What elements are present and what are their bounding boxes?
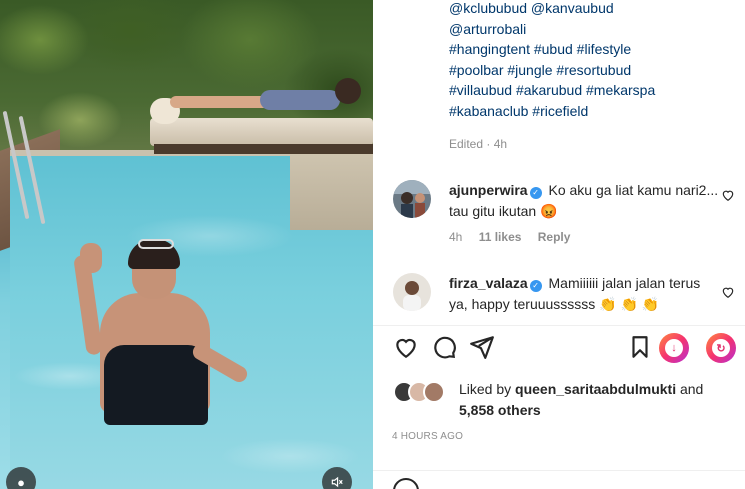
likes-count-link[interactable]: 5,858 others — [459, 402, 541, 418]
divider — [373, 470, 745, 471]
comment-icon[interactable] — [429, 332, 459, 362]
lying-person — [170, 76, 370, 116]
comment-meta: 4h 11 likes Reply — [449, 230, 583, 244]
comment-text: firza_valaza ✓ Mamiiiiii jalan jalan teru… — [449, 273, 719, 315]
avatar[interactable] — [423, 381, 445, 403]
post-timestamp[interactable]: 4 HOURS AGO — [392, 431, 463, 442]
liker-avatars — [393, 381, 453, 405]
comment-item: ajunperwira ✓ Ko aku ga liat kamu nari2..… — [393, 180, 743, 250]
caption-line[interactable]: #villaubud #akarubud #mekarspa — [449, 80, 739, 101]
caption-line[interactable]: #kabanaclub #ricefield — [449, 101, 739, 122]
comment-username[interactable]: ajunperwira — [449, 182, 528, 198]
pool-deck — [290, 150, 373, 230]
post-side-panel: @kclububud @kanvaubud @arturrobali #hang… — [373, 0, 745, 489]
comment-username[interactable]: firza_valaza — [449, 275, 528, 291]
caption-line[interactable]: @kclububud @kanvaubud — [449, 0, 739, 19]
download-icon[interactable]: ↓ — [659, 333, 689, 363]
post-caption: @kclububud @kanvaubud @arturrobali #hang… — [449, 0, 739, 121]
likes-connector: and — [676, 381, 704, 397]
tag-user-icon[interactable]: ● — [6, 467, 36, 489]
emoji-icon[interactable] — [393, 478, 419, 489]
divider — [373, 325, 745, 326]
verified-badge-icon: ✓ — [529, 187, 542, 199]
caption-line[interactable]: #hangingtent #ubud #lifestyle — [449, 39, 739, 60]
avatar[interactable] — [393, 180, 431, 218]
post-media[interactable]: ● — [0, 0, 373, 489]
caption-line[interactable]: #poolbar #jungle #resortubud — [449, 60, 739, 81]
comment-item: firza_valaza ✓ Mamiiiiii jalan jalan teru… — [393, 273, 743, 323]
edited-label: Edited · 4h — [449, 137, 508, 151]
verified-badge-icon: ✓ — [529, 280, 542, 292]
likes-text: Liked by queen_saritaabdulmukti and 5,85… — [459, 379, 739, 421]
avatar[interactable] — [393, 273, 431, 311]
post-action-bar: ↓ ↻ — [391, 332, 741, 364]
woman-in-pool — [70, 235, 250, 435]
repost-icon[interactable]: ↻ — [706, 333, 736, 363]
send-icon[interactable] — [467, 332, 497, 362]
comment-text: ajunperwira ✓ Ko aku ga liat kamu nari2..… — [449, 180, 719, 222]
reply-button[interactable]: Reply — [538, 230, 571, 244]
comment-time[interactable]: 4h — [449, 230, 462, 244]
bookmark-icon[interactable] — [625, 332, 655, 362]
caption-line[interactable]: @arturrobali — [449, 19, 739, 40]
heart-icon[interactable] — [391, 332, 421, 362]
comment-likes[interactable]: 11 likes — [479, 230, 522, 244]
comment-like-icon[interactable] — [721, 188, 735, 205]
mute-audio-icon[interactable] — [322, 467, 352, 489]
liker-username[interactable]: queen_saritaabdulmukti — [515, 381, 676, 397]
likes-prefix: Liked by — [459, 381, 516, 397]
comment-like-icon[interactable] — [721, 285, 735, 302]
